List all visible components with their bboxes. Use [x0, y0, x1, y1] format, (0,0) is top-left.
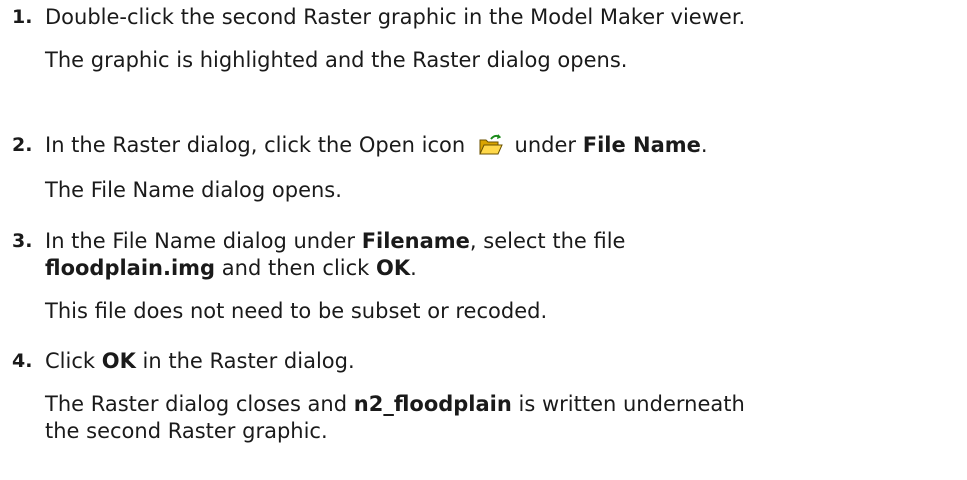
result-text: the second Raster graphic.: [45, 419, 328, 443]
open-folder-icon: [478, 133, 504, 157]
step-instruction: In the File Name dialog under Filename, …: [45, 226, 625, 256]
step-result-cont: the second Raster graphic.: [45, 416, 328, 446]
instruction-text: In the Raster dialog, click the Open ico…: [45, 133, 466, 157]
step-instruction: Double-click the second Raster graphic i…: [45, 2, 745, 32]
instruction-punct: .: [700, 133, 708, 157]
result-text: is written underneath: [518, 392, 745, 416]
instruction-text: in the Raster dialog.: [142, 349, 355, 373]
instruction-text: , select the file: [469, 229, 626, 253]
instruction-punct: .: [410, 256, 417, 280]
instruction-bold: File Name: [582, 133, 701, 157]
step-instruction: Click OK in the Raster dialog.: [45, 346, 355, 376]
instruction-text: Click: [45, 349, 96, 373]
step-result: This file does not need to be subset or …: [45, 296, 547, 326]
result-text: This file does not need to be subset or …: [45, 299, 548, 323]
step-result: The Raster dialog closes and n2_floodpla…: [45, 389, 745, 419]
result-bold: n2_floodplain: [353, 392, 512, 416]
step-result: The File Name dialog opens.: [45, 175, 342, 205]
step-number: 2.: [12, 134, 33, 156]
step-result: The graphic is highlighted and the Raste…: [45, 45, 627, 75]
instruction-bold: floodplain.img: [45, 256, 216, 280]
instruction-bold: OK: [376, 256, 411, 280]
step-instruction: In the Raster dialog, click the Open ico…: [45, 130, 708, 160]
step-instruction-cont: floodplain.img and then click OK.: [45, 253, 417, 283]
result-text: The Raster dialog closes and: [45, 392, 348, 416]
step-number: 1.: [12, 6, 33, 28]
result-text: The graphic is highlighted and the Raste…: [45, 48, 628, 72]
result-text: The File Name dialog opens.: [45, 178, 342, 202]
instruction-text: In the File Name dialog under: [45, 229, 355, 253]
instruction-text: Double-click the second Raster graphic i…: [45, 5, 746, 29]
step-number: 4.: [12, 350, 33, 372]
step-number: 3.: [12, 230, 33, 252]
instruction-bold: OK: [101, 349, 136, 373]
instruction-bold: Filename: [361, 229, 470, 253]
instruction-text: under: [514, 133, 577, 157]
instruction-text: and then click: [221, 256, 370, 280]
